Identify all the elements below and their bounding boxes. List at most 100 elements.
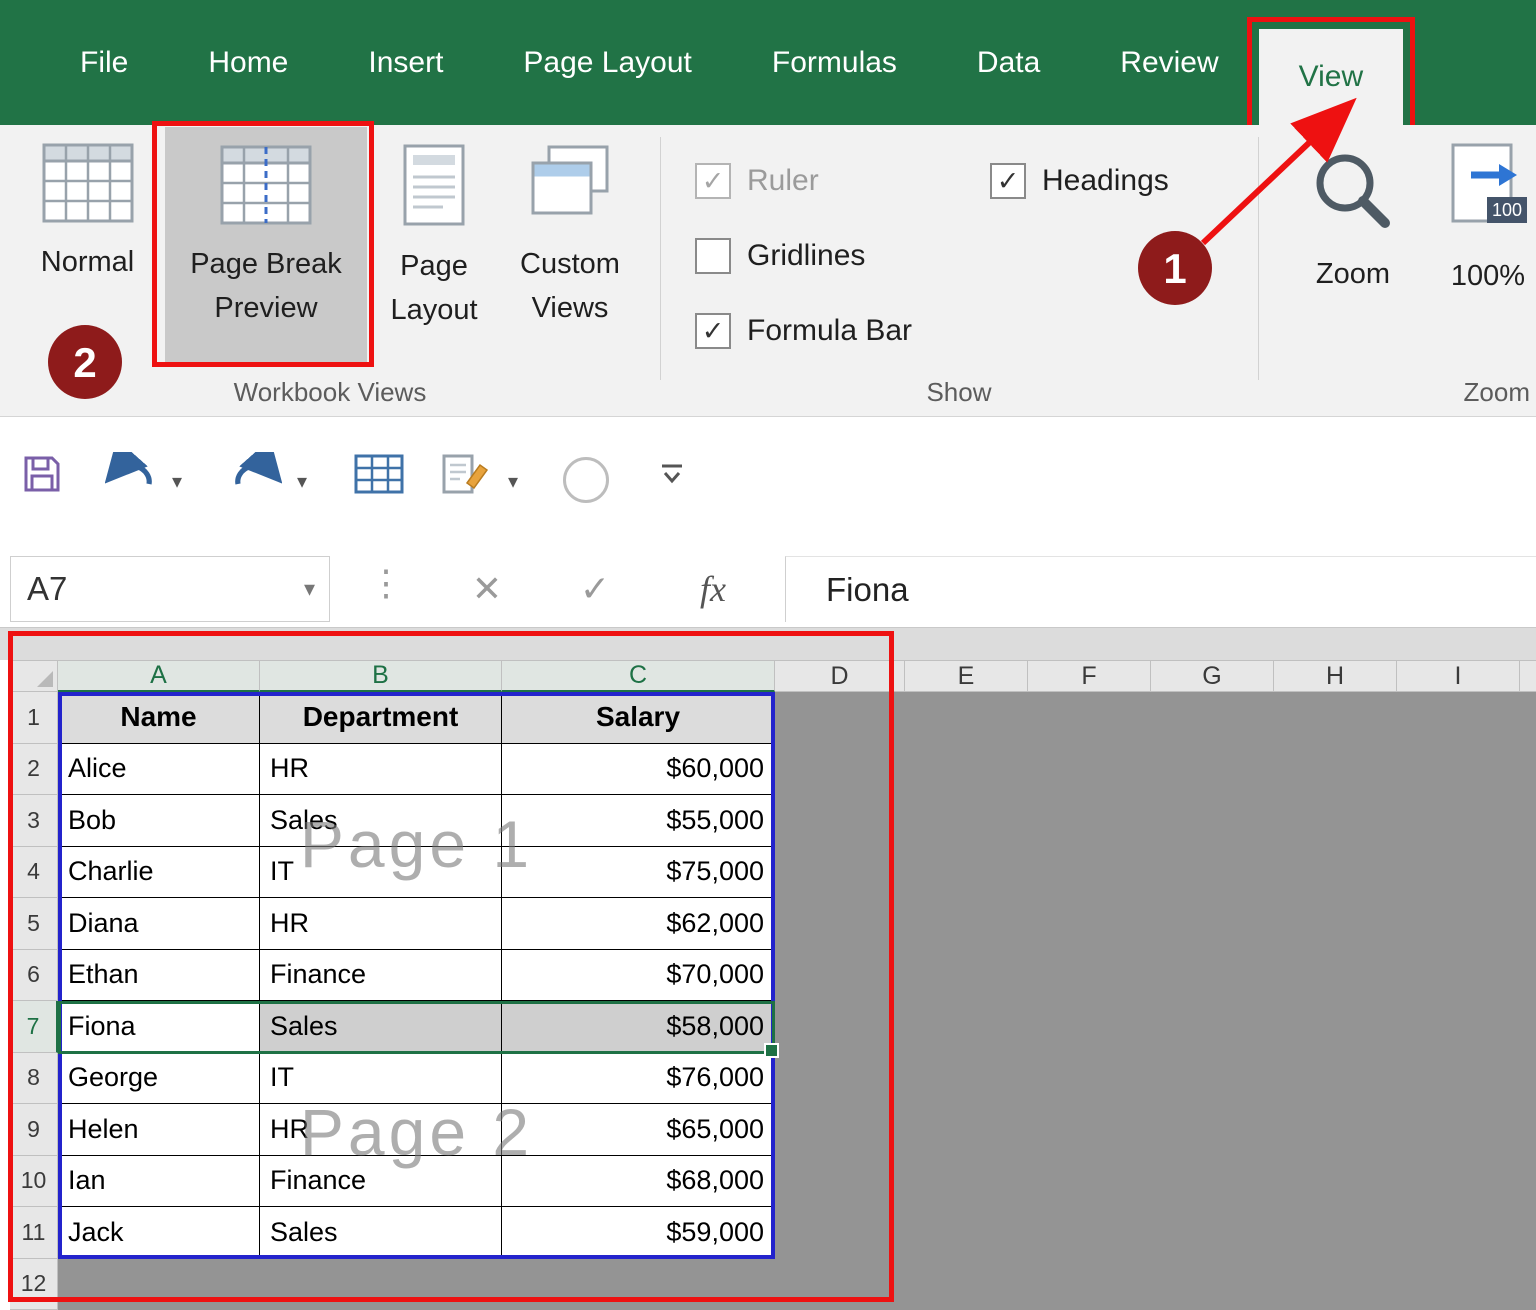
row-header-3[interactable]: 3 [10, 795, 58, 847]
outside-print-area[interactable] [775, 898, 1536, 950]
column-header-d[interactable]: D [775, 660, 905, 692]
name-box[interactable]: A7 ▾ [10, 556, 330, 622]
undo-dropdown-icon[interactable]: ▾ [172, 469, 182, 494]
headings-checkbox-row[interactable]: ✓ Headings [990, 161, 1169, 201]
gridlines-checkbox-row[interactable]: Gridlines [695, 236, 865, 276]
column-header-b[interactable]: B [260, 660, 502, 692]
row-header-6[interactable]: 6 [10, 950, 58, 1002]
zoom-button[interactable]: Zoom [1298, 147, 1408, 296]
table-borders-icon[interactable] [352, 452, 406, 501]
customize-qat-icon[interactable] [658, 462, 686, 493]
cell-b8[interactable]: IT [260, 1053, 502, 1105]
zoom-100-button[interactable]: 100 100% [1440, 141, 1536, 298]
cell-b11[interactable]: Sales [260, 1207, 502, 1259]
formula-bar-checkbox[interactable]: ✓ [695, 313, 731, 349]
normal-view-button[interactable]: Normal [15, 143, 160, 284]
outside-print-area[interactable] [775, 1207, 1536, 1259]
cell-a8[interactable]: George [58, 1053, 260, 1105]
cell-c11[interactable]: $59,000 [502, 1207, 775, 1259]
row-header-4[interactable]: 4 [10, 847, 58, 899]
redo-icon[interactable] [230, 452, 282, 501]
redo-dropdown-icon[interactable]: ▾ [297, 469, 307, 494]
cell-b6[interactable]: Finance [260, 950, 502, 1002]
active-cell-a7[interactable]: Fiona [58, 1001, 260, 1053]
tab-review[interactable]: Review [1080, 0, 1258, 125]
tab-formulas[interactable]: Formulas [732, 0, 937, 125]
cell-a4[interactable]: Charlie [58, 847, 260, 899]
cell-c9[interactable]: $65,000 [502, 1104, 775, 1156]
page-layout-view-button[interactable]: Page Layout [378, 143, 490, 332]
circle-placeholder-icon[interactable] [563, 457, 609, 503]
row-header-9[interactable]: 9 [10, 1104, 58, 1156]
cell-b4[interactable]: IT [260, 847, 502, 899]
row-header-2[interactable]: 2 [10, 744, 58, 796]
row-header-5[interactable]: 5 [10, 898, 58, 950]
page-break-preview-button[interactable]: Page Break Preview [165, 127, 367, 367]
cell-c10[interactable]: $68,000 [502, 1156, 775, 1208]
outside-print-area[interactable] [775, 692, 1536, 744]
ruler-checkbox[interactable]: ✓ [695, 163, 731, 199]
row-header-12[interactable]: 12 [10, 1259, 58, 1310]
insert-function-button[interactable]: fx [678, 560, 748, 618]
tab-home[interactable]: Home [168, 0, 328, 125]
outside-print-area[interactable] [775, 795, 1536, 847]
outside-print-area[interactable] [58, 1259, 1536, 1310]
cell-a3[interactable]: Bob [58, 795, 260, 847]
tab-view[interactable]: View [1259, 29, 1403, 125]
row-header-10[interactable]: 10 [10, 1156, 58, 1208]
column-header-i[interactable]: I [1397, 660, 1520, 692]
gridlines-checkbox[interactable] [695, 238, 731, 274]
formula-bar-checkbox-row[interactable]: ✓ Formula Bar [695, 311, 912, 351]
row-header-11[interactable]: 11 [10, 1207, 58, 1259]
tab-file[interactable]: File [40, 0, 168, 125]
formula-bar-input[interactable]: Fiona [785, 556, 1536, 622]
cell-b7[interactable]: Sales [260, 1001, 502, 1053]
cell-b3[interactable]: Sales [260, 795, 502, 847]
enter-button[interactable]: ✓ [560, 560, 630, 618]
tab-page-layout[interactable]: Page Layout [483, 0, 731, 125]
cell-a6[interactable]: Ethan [58, 950, 260, 1002]
column-header-f[interactable]: F [1028, 660, 1151, 692]
form-pencil-icon[interactable] [440, 452, 490, 501]
column-header-g[interactable]: G [1151, 660, 1274, 692]
cell-a11[interactable]: Jack [58, 1207, 260, 1259]
custom-views-button[interactable]: Custom Views [500, 143, 640, 330]
outside-print-area[interactable] [775, 744, 1536, 796]
column-header-e[interactable]: E [905, 660, 1028, 692]
column-header-c[interactable]: C [502, 660, 775, 692]
row-header-1[interactable]: 1 [10, 692, 58, 744]
cell-c7[interactable]: $58,000 [502, 1001, 775, 1053]
name-box-dropdown-icon[interactable]: ▾ [304, 576, 329, 602]
outside-print-area[interactable] [775, 950, 1536, 1002]
outside-print-area[interactable] [775, 1156, 1536, 1208]
header-cell-salary[interactable]: Salary [502, 692, 775, 744]
cell-c8[interactable]: $76,000 [502, 1053, 775, 1105]
outside-print-area[interactable] [775, 1053, 1536, 1105]
cell-a10[interactable]: Ian [58, 1156, 260, 1208]
cell-a9[interactable]: Helen [58, 1104, 260, 1156]
row-header-8[interactable]: 8 [10, 1053, 58, 1105]
select-all-corner[interactable] [10, 660, 58, 692]
headings-checkbox[interactable]: ✓ [990, 163, 1026, 199]
cell-c3[interactable]: $55,000 [502, 795, 775, 847]
cell-a5[interactable]: Diana [58, 898, 260, 950]
row-header-7[interactable]: 7 [10, 1001, 58, 1053]
cell-b2[interactable]: HR [260, 744, 502, 796]
tab-insert[interactable]: Insert [328, 0, 483, 125]
ruler-checkbox-row[interactable]: ✓ Ruler [695, 161, 819, 201]
form-dropdown-icon[interactable]: ▾ [508, 469, 518, 494]
header-cell-department[interactable]: Department [260, 692, 502, 744]
cell-c5[interactable]: $62,000 [502, 898, 775, 950]
cell-b9[interactable]: HR [260, 1104, 502, 1156]
cell-c2[interactable]: $60,000 [502, 744, 775, 796]
header-cell-name[interactable]: Name [58, 692, 260, 744]
undo-icon[interactable] [105, 452, 157, 501]
cell-c4[interactable]: $75,000 [502, 847, 775, 899]
cell-b5[interactable]: HR [260, 898, 502, 950]
cell-c6[interactable]: $70,000 [502, 950, 775, 1002]
column-header-h[interactable]: H [1274, 660, 1397, 692]
save-icon[interactable] [20, 452, 64, 501]
column-header-a[interactable]: A [58, 660, 260, 692]
cell-b10[interactable]: Finance [260, 1156, 502, 1208]
formula-bar-grip-icon[interactable]: ⋮ [368, 562, 406, 604]
